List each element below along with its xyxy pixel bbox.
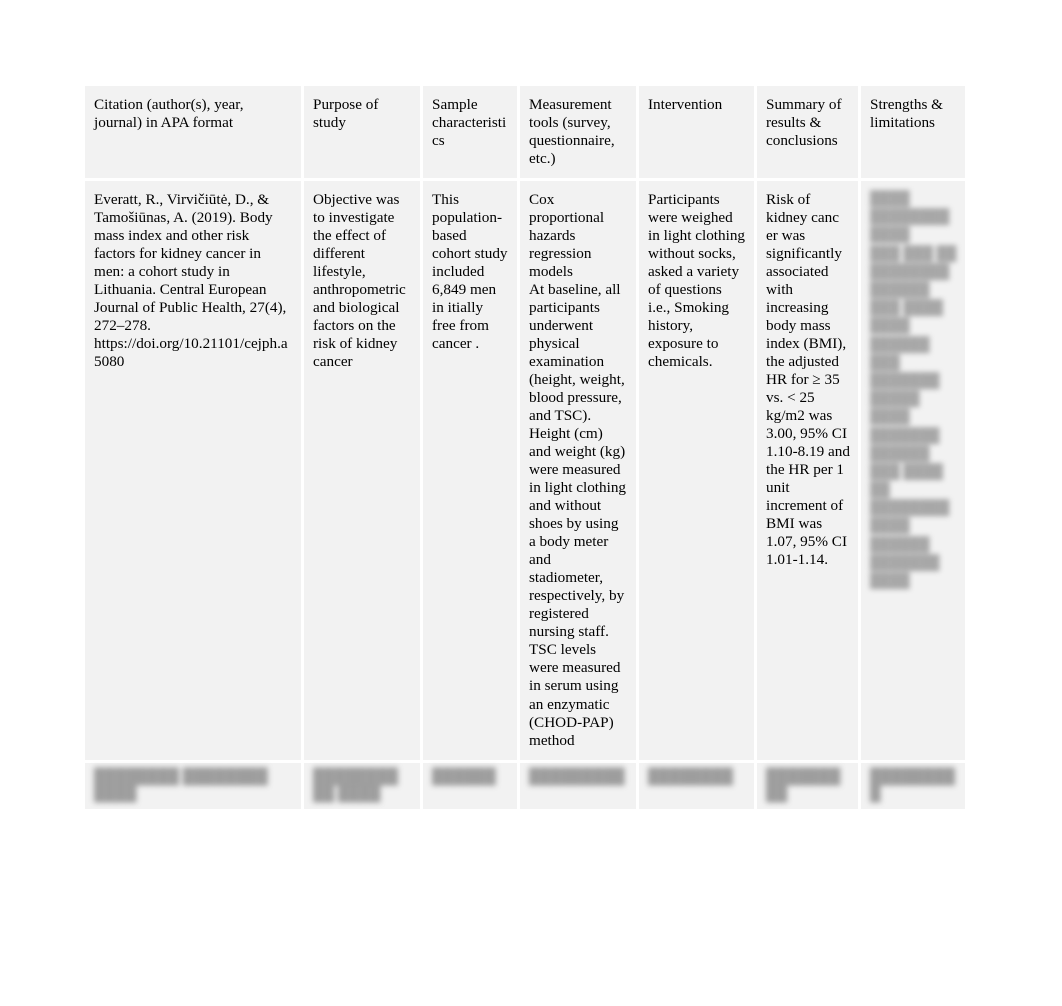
sample-text: This population-based cohort study inclu… [432,191,512,353]
column-header-strengths-label: Strengths & limitations [870,96,947,132]
footer-intervention-text-illegible: ████████ [648,768,734,785]
footer-citation-text-illegible: ████████ ████████ ████ [94,768,272,802]
cell-measurement: Cox proportional hazards regression mode… [520,181,639,763]
column-header-sample-label: Sample characteristi cs [432,96,510,150]
footer-cell-intervention: ████████ [639,762,757,813]
footer-summary-text-illegible: ███████ ██ [766,768,845,802]
literature-review-matrix-table: Citation (author(s), year, journal) in A… [85,86,965,813]
footer-strengths-text-illegible: █████████ [870,768,956,802]
table-footer-row: ████████ ████████ ████ ████████ ██ ████ … [85,762,965,813]
strengths-text-illegible: ████ ████████ ████ ███ ███ ██ ████████ █… [870,192,957,589]
citation-text: Everatt, R., Virvičiūtė, D., & Tamošiūna… [94,191,291,371]
purpose-text: Objective was to investigate the effect … [313,191,410,371]
column-header-measurement-label: Measurement tools (survey, questionnaire… [529,96,619,168]
document-page: Citation (author(s), year, journal) in A… [0,0,1062,1006]
column-header-summary: Summary of results & conclusions [757,86,861,182]
column-header-intervention-label: Intervention [648,96,723,113]
footer-cell-summary: ███████ ██ [757,762,861,813]
cell-strengths: ████ ████████ ████ ███ ███ ██ ████████ █… [861,181,965,763]
cell-citation: Everatt, R., Virvičiūtė, D., & Tamošiūna… [85,181,304,763]
footer-sample-text-illegible: ██████ [432,768,496,785]
column-header-sample: Sample characteristi cs [423,86,520,182]
column-header-measurement: Measurement tools (survey, questionnaire… [520,86,639,182]
column-header-summary-label: Summary of results & conclusions [766,96,846,150]
column-header-purpose: Purpose of study [304,86,423,182]
column-header-strengths: Strengths & limitations [861,86,965,182]
column-header-citation-label: Citation (author(s), year, journal) in A… [94,96,248,132]
column-header-purpose-label: Purpose of study [313,96,383,132]
footer-cell-purpose: ████████ ██ ████ [304,762,423,813]
intervention-text: Participants were weighed in light cloth… [648,191,749,371]
footer-cell-measurement: █████████ [520,762,639,813]
footer-measurement-text-illegible: █████████ [529,768,625,785]
footer-purpose-text-illegible: ████████ ██ ████ [313,768,402,802]
footer-cell-citation: ████████ ████████ ████ [85,762,304,813]
summary-text: Risk of kidney canc er was significantly… [766,191,854,569]
column-header-citation: Citation (author(s), year, journal) in A… [85,86,304,182]
column-header-intervention: Intervention [639,86,757,182]
footer-cell-sample: ██████ [423,762,520,813]
table-header-row: Citation (author(s), year, journal) in A… [85,86,965,182]
cell-sample: This population-based cohort study inclu… [423,181,520,763]
cell-intervention: Participants were weighed in light cloth… [639,181,757,763]
footer-cell-strengths: █████████ [861,762,965,813]
cell-summary: Risk of kidney canc er was significantly… [757,181,861,763]
cell-purpose: Objective was to investigate the effect … [304,181,423,763]
table-row: Everatt, R., Virvičiūtė, D., & Tamošiūna… [85,181,965,763]
measurement-text: Cox proportional hazards regression mode… [529,191,627,749]
